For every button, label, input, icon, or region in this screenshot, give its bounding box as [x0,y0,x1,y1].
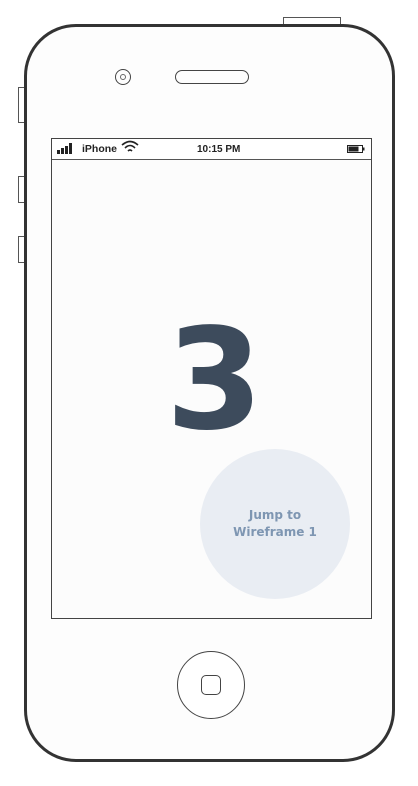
screen-number: 3 [165,299,263,462]
earpiece-speaker [175,70,249,84]
phone-mockup: iPhone 10:15 PM 3 Jump to Wireframe 1 [0,0,418,786]
status-bar: iPhone 10:15 PM [52,139,371,160]
home-square-icon [200,674,221,695]
jump-button-line1: Jump to [248,508,302,522]
jump-to-wireframe-button[interactable]: Jump to Wireframe 1 [200,449,350,599]
carrier-label: iPhone [82,143,118,155]
battery-icon [347,145,365,153]
wifi-icon [121,140,139,152]
jump-button-label: Jump to Wireframe 1 [225,507,325,541]
status-time: 10:15 PM [197,144,241,155]
jump-button-line2: Wireframe 1 [233,525,317,539]
phone-screen: iPhone 10:15 PM 3 Jump to Wireframe 1 [51,138,372,619]
home-button[interactable] [177,651,245,719]
front-camera-icon [115,69,131,85]
signal-bars-icon [57,143,72,154]
